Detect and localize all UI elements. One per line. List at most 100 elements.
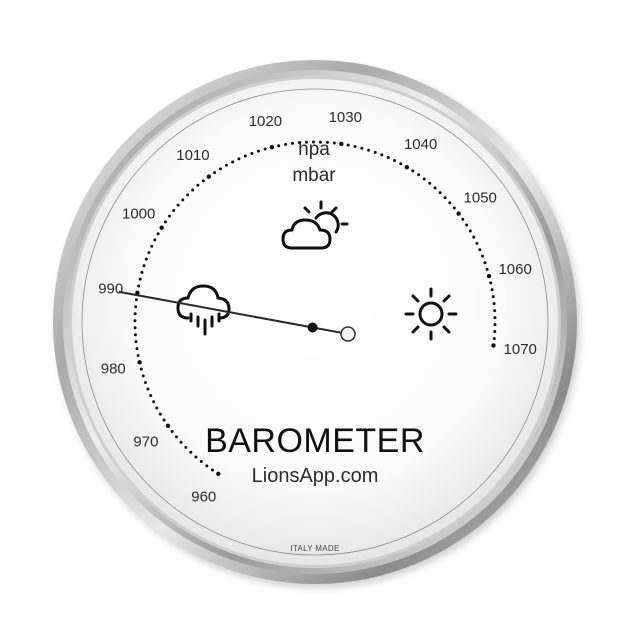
- website-label: LionsApp.com: [252, 465, 379, 487]
- scale-dot: [134, 298, 138, 302]
- scale-dot: [144, 257, 148, 261]
- scale-dot: [486, 273, 492, 279]
- scale-dot: [353, 145, 357, 149]
- scale-dot: [186, 193, 190, 197]
- scale-dot: [237, 157, 241, 161]
- barometer-app: 960 970 980 990 1000 1010 1020 1030 1040 1050 1060…: [0, 0, 630, 630]
- scale-dot: [491, 343, 496, 348]
- scale-dot: [478, 248, 482, 252]
- scale-dot: [191, 188, 195, 192]
- scale-dot: [224, 163, 228, 167]
- scale-dot: [174, 435, 178, 439]
- scale-dot: [373, 150, 377, 154]
- barometer-gauge: 960 970 980 990 1000 1010 1020 1030 1040 1050 1060…: [53, 60, 580, 588]
- scale-label: 1070: [504, 341, 537, 358]
- scale-dot: [155, 406, 159, 410]
- scale-dot: [339, 141, 344, 147]
- scale-dot: [360, 146, 364, 150]
- scale-dot: [250, 151, 254, 155]
- scale-dot: [393, 159, 397, 163]
- scale-label: 980: [101, 360, 126, 377]
- scale-dot: [133, 326, 137, 330]
- scale-dot: [438, 191, 442, 195]
- scale-dot: [181, 198, 185, 202]
- made-in-label: ITALY MADE: [290, 544, 339, 553]
- scale-dot: [196, 183, 200, 187]
- scale-dot: [386, 156, 390, 160]
- scale-dot: [137, 284, 141, 288]
- scale-dot: [367, 148, 371, 152]
- scale-dot: [284, 142, 288, 146]
- scale-dot: [206, 174, 212, 179]
- scale-dot: [291, 141, 294, 145]
- scale-dot: [138, 277, 142, 281]
- scale-dot: [380, 153, 384, 157]
- scale-dot: [332, 141, 336, 145]
- scale-dot: [213, 171, 217, 175]
- scale-dot: [485, 267, 489, 271]
- scale-dot: [468, 229, 472, 233]
- scale-dot: [140, 270, 144, 274]
- scale-dot: [428, 181, 432, 185]
- scale-dot: [346, 143, 350, 147]
- scale-dot: [456, 211, 461, 216]
- scale-dot: [216, 471, 221, 477]
- scale-dot: [141, 374, 145, 378]
- scale-dot: [256, 149, 260, 153]
- scale-dot: [189, 450, 193, 454]
- scale-dot: [150, 244, 154, 248]
- scale-dot: [422, 177, 426, 181]
- scale-label: 1050: [464, 189, 497, 206]
- scale-dot: [167, 214, 171, 218]
- scale-dot: [194, 455, 198, 459]
- scale-dot: [152, 400, 156, 404]
- scale-dot: [461, 217, 465, 221]
- scale-dot: [137, 360, 142, 365]
- scale-dot: [136, 354, 140, 357]
- app-title: BAROMETER: [205, 422, 425, 460]
- scale-label: 1060: [498, 261, 531, 278]
- scale-dot: [465, 223, 469, 227]
- scale-dot: [492, 302, 496, 306]
- unit-hpa-label: hpa: [298, 139, 330, 160]
- scale-dot: [243, 154, 247, 158]
- scale-dot: [269, 145, 275, 150]
- scale-dot: [491, 295, 495, 299]
- scale-label: 960: [191, 489, 216, 506]
- scale-dot: [490, 288, 494, 292]
- scale-dot: [452, 206, 456, 210]
- scale-dot: [399, 162, 403, 166]
- unit-mbar-label: mbar: [292, 165, 336, 186]
- scale-dot: [179, 440, 183, 444]
- scale-dot: [483, 261, 487, 265]
- scale-dot: [210, 468, 214, 472]
- scale-dot: [158, 412, 162, 416]
- scale-dot: [443, 196, 447, 200]
- scale-dot: [143, 380, 147, 384]
- scale-dot: [184, 445, 188, 449]
- scale-dot: [277, 144, 281, 148]
- scale-dot: [139, 367, 143, 371]
- scale-dot: [218, 167, 222, 171]
- scale-dot: [133, 333, 137, 337]
- scale-dot: [149, 393, 153, 397]
- scale-dot: [134, 305, 138, 309]
- scale-label: 1040: [404, 136, 437, 153]
- scale-dot: [156, 232, 160, 236]
- scale-dot: [146, 387, 150, 391]
- scale-dot: [404, 165, 410, 170]
- scale-label: 970: [133, 433, 158, 450]
- scale-dot: [493, 323, 497, 327]
- scale-label: 1020: [249, 113, 282, 130]
- scale-label: 990: [98, 280, 123, 297]
- scale-label: 1000: [122, 206, 155, 223]
- scale-dot: [493, 316, 497, 320]
- scale-dot: [493, 309, 497, 313]
- scale-dot: [231, 160, 235, 164]
- scale-dot: [170, 429, 174, 433]
- scale-dot: [176, 203, 180, 207]
- scale-dot: [163, 220, 167, 224]
- scale-dot: [475, 241, 479, 245]
- scale-dot: [133, 319, 137, 323]
- scale-dot: [263, 147, 267, 151]
